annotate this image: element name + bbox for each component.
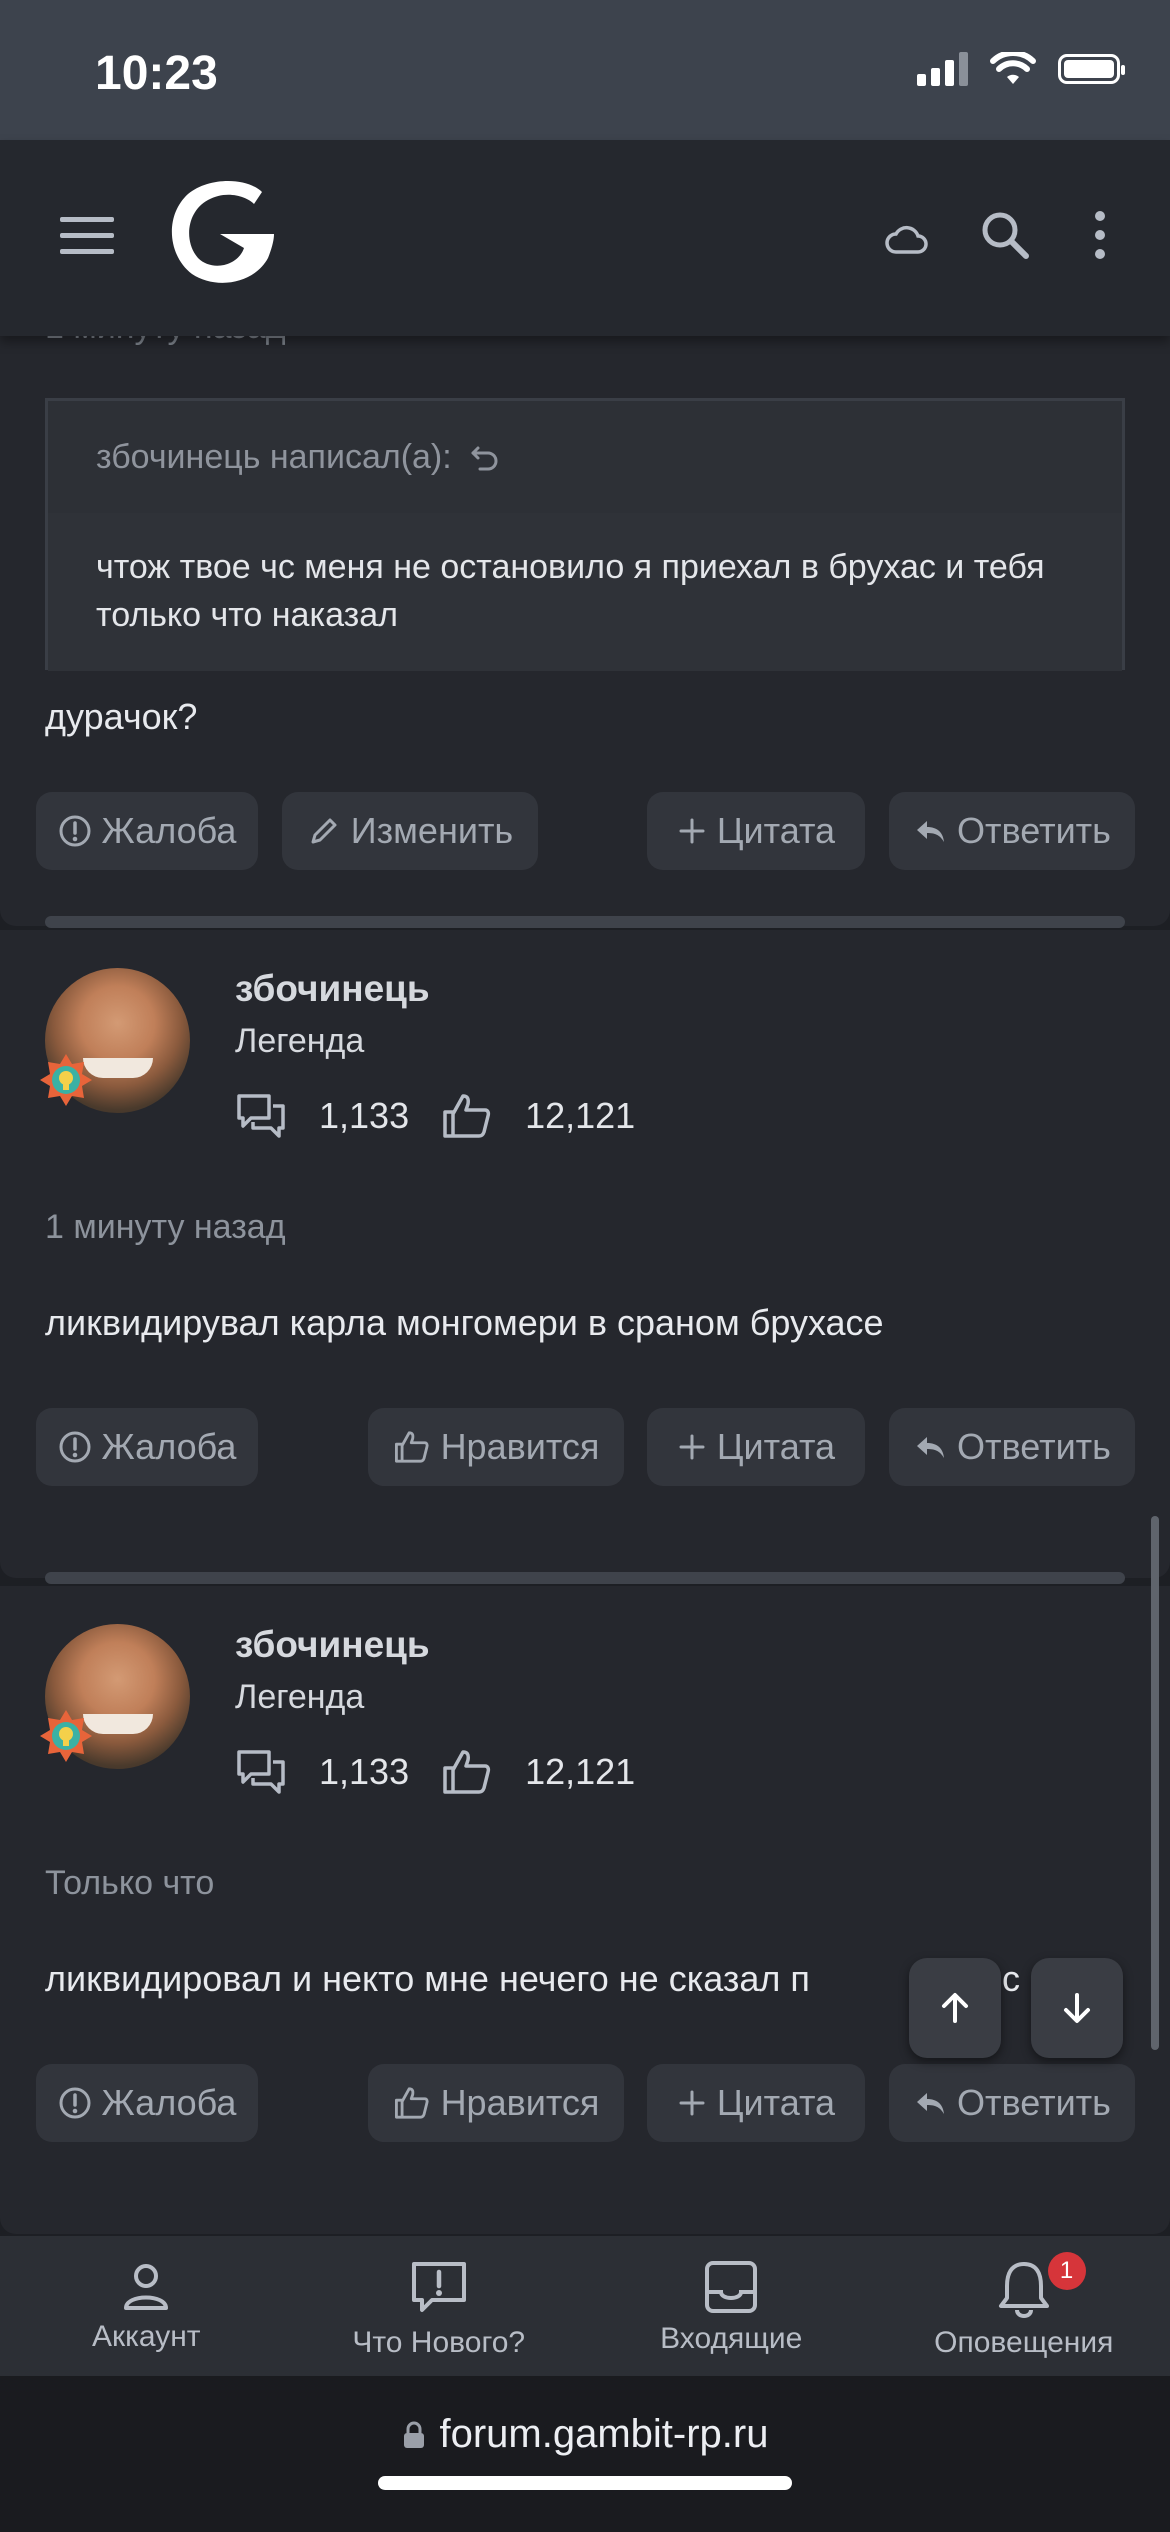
messages-icon bbox=[237, 1094, 285, 1138]
likes-count: 12,121 bbox=[525, 1095, 636, 1136]
message-alert-icon bbox=[411, 2262, 466, 2312]
arrow-up-icon bbox=[942, 1993, 968, 2023]
quote-text: чтож твое чс меня не остановило я приеха… bbox=[48, 513, 1122, 671]
rank-badge-icon bbox=[40, 1710, 92, 1762]
reply-icon bbox=[917, 2093, 945, 2114]
bottom-nav: Аккаунт Что Нового? Входящие 1 Оповещени… bbox=[0, 2236, 1170, 2376]
lock-icon bbox=[403, 2421, 424, 2448]
alert-circle-icon bbox=[59, 2087, 91, 2119]
status-icons bbox=[917, 52, 1125, 86]
thumbs-up-icon bbox=[394, 1431, 429, 1463]
arrow-down-icon bbox=[1064, 1993, 1090, 2023]
post-time: 1 минуту назад bbox=[45, 336, 286, 347]
rank-badge-icon bbox=[40, 1054, 92, 1106]
quote-block: збочинець написал(а): чтож твое чс меня … bbox=[45, 398, 1125, 671]
username[interactable]: збочинець bbox=[235, 968, 430, 1010]
plus-icon bbox=[679, 818, 705, 844]
inbox-icon bbox=[705, 2261, 758, 2313]
plus-icon bbox=[679, 2090, 705, 2116]
plus-icon bbox=[679, 1434, 705, 1460]
app-bar bbox=[0, 140, 1170, 336]
url-text: forum.gambit-rp.ru bbox=[439, 2412, 769, 2456]
scroll-top-button[interactable] bbox=[909, 1958, 1001, 2058]
messages-count: 1,133 bbox=[319, 1751, 410, 1792]
quote-author: збочинець написал(а): bbox=[96, 437, 452, 476]
wifi-icon bbox=[990, 52, 1036, 84]
alert-circle-icon bbox=[59, 815, 91, 847]
post-text: ликвидирувал карла монгомери в сраном бр… bbox=[45, 1302, 884, 1343]
like-button[interactable]: Нравится bbox=[368, 1408, 624, 1486]
reply-icon bbox=[917, 1437, 945, 1458]
post-card: 1 минуту назад збочинець написал(а): что… bbox=[0, 336, 1170, 926]
bell-icon bbox=[998, 2262, 1049, 2318]
reply-icon bbox=[917, 821, 945, 842]
post-divider bbox=[45, 1572, 1125, 1584]
more-icon[interactable] bbox=[1092, 210, 1108, 260]
likes-count: 12,121 bbox=[525, 1751, 636, 1792]
post-text-tail: с bbox=[1002, 1958, 1020, 1999]
alert-circle-icon bbox=[59, 1431, 91, 1463]
user-icon bbox=[124, 2264, 169, 2310]
quote-button[interactable]: Цитата bbox=[647, 792, 865, 870]
scrollbar[interactable] bbox=[1151, 1516, 1159, 2050]
user-stats: 1,133 12,121 bbox=[235, 1748, 635, 1796]
post-card: збочинець Легенда 1,133 12,121 Только чт… bbox=[0, 1586, 1170, 2234]
browser-url-bar[interactable]: forum.gambit-rp.ru bbox=[0, 2376, 1170, 2532]
nav-alerts[interactable]: 1 Оповещения bbox=[878, 2236, 1170, 2376]
nav-alerts-label: Оповещения bbox=[934, 2326, 1114, 2359]
like-button[interactable]: Нравится bbox=[368, 2064, 624, 2142]
quote-header[interactable]: збочинець написал(а): bbox=[48, 401, 1122, 513]
user-rank: Легенда bbox=[235, 1678, 365, 1716]
scroll-bottom-button[interactable] bbox=[1031, 1958, 1123, 2058]
report-button[interactable]: Жалоба bbox=[36, 1408, 258, 1486]
post-time[interactable]: Только что bbox=[45, 1864, 214, 1903]
site-logo[interactable] bbox=[150, 170, 290, 300]
nav-account-label: Аккаунт bbox=[91, 2320, 201, 2353]
messages-count: 1,133 bbox=[319, 1095, 410, 1136]
thread-content: 1 минуту назад збочинець написал(а): что… bbox=[0, 336, 1170, 2236]
post-text: ликвидировал и некто мне нечего не сказа… bbox=[45, 1958, 810, 1999]
search-icon[interactable] bbox=[978, 208, 1032, 262]
nav-account[interactable]: Аккаунт bbox=[0, 2236, 293, 2376]
messages-icon bbox=[237, 1750, 285, 1794]
report-button[interactable]: Жалоба bbox=[36, 2064, 258, 2142]
status-time: 10:23 bbox=[95, 47, 218, 100]
pencil-icon bbox=[311, 818, 337, 844]
nav-inbox[interactable]: Входящие bbox=[585, 2236, 878, 2376]
thumbs-up-icon bbox=[443, 1750, 491, 1794]
quote-button[interactable]: Цитата bbox=[647, 1408, 865, 1486]
thumbs-up-icon bbox=[443, 1094, 491, 1138]
battery-icon bbox=[1058, 54, 1125, 84]
username[interactable]: збочинець bbox=[235, 1624, 430, 1666]
menu-icon[interactable] bbox=[60, 217, 114, 265]
go-to-quote-icon[interactable] bbox=[470, 442, 500, 472]
user-rank: Легенда bbox=[235, 1022, 365, 1060]
post-card: збочинець Легенда 1,133 12,121 1 минуту … bbox=[0, 930, 1170, 1578]
reply-button[interactable]: Ответить bbox=[889, 792, 1135, 870]
status-bar: 10:23 bbox=[0, 0, 1170, 140]
reply-button[interactable]: Ответить bbox=[889, 2064, 1135, 2142]
url-display[interactable]: forum.gambit-rp.ru bbox=[0, 2412, 1170, 2457]
nav-inbox-label: Входящие bbox=[660, 2322, 803, 2355]
post-time[interactable]: 1 минуту назад bbox=[45, 1208, 286, 1247]
post-text: дурачок? bbox=[45, 696, 198, 737]
signal-icon bbox=[917, 52, 968, 86]
thumbs-up-icon bbox=[394, 2087, 429, 2119]
quote-button[interactable]: Цитата bbox=[647, 2064, 865, 2142]
alerts-count-badge: 1 bbox=[1047, 2252, 1086, 2290]
nav-whats-new-label: Что Нового? bbox=[352, 2326, 526, 2359]
cloud-icon[interactable] bbox=[884, 222, 928, 256]
nav-whats-new[interactable]: Что Нового? bbox=[293, 2236, 586, 2376]
report-button[interactable]: Жалоба bbox=[36, 792, 258, 870]
edit-button[interactable]: Изменить bbox=[282, 792, 538, 870]
reply-button[interactable]: Ответить bbox=[889, 1408, 1135, 1486]
user-stats: 1,133 12,121 bbox=[235, 1092, 635, 1140]
post-divider bbox=[45, 916, 1125, 928]
home-indicator[interactable] bbox=[378, 2476, 792, 2490]
